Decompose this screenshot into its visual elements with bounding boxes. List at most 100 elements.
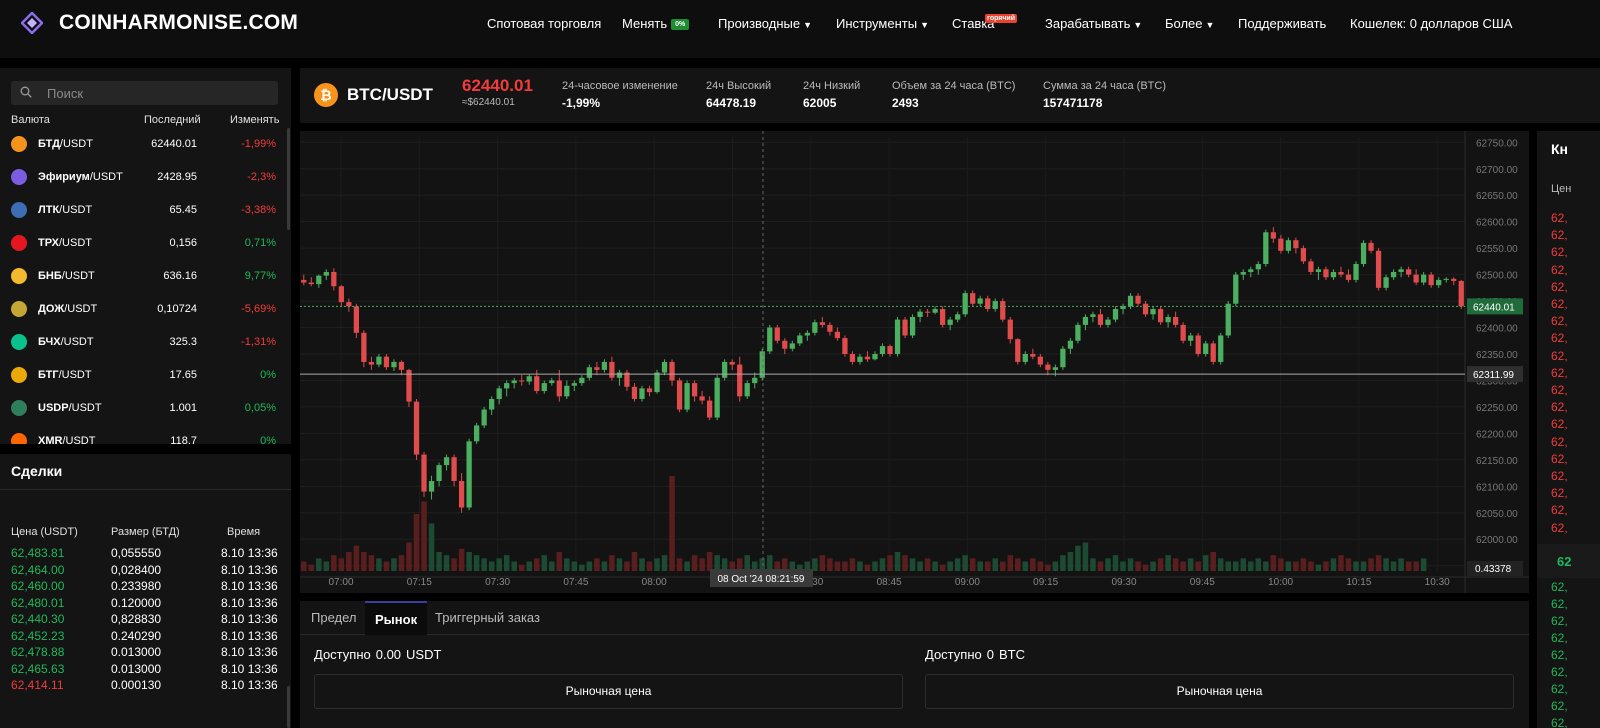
bid-row[interactable]: 62, [1551, 614, 1568, 628]
ask-row[interactable]: 62, [1551, 400, 1568, 414]
volume-bar [1278, 558, 1284, 571]
market-scrollbar[interactable] [287, 128, 290, 230]
candle-body [631, 386, 638, 399]
candle-body [1270, 232, 1276, 239]
volume-bar [458, 548, 465, 571]
nav-label: Более [1165, 16, 1203, 31]
nav-more[interactable]: Более ▼ [1165, 16, 1214, 31]
last-price-usd: ≈$62440.01 [462, 97, 515, 108]
nav-exchange[interactable]: Менять 0% [622, 16, 690, 31]
nav-wallet[interactable]: Кошелек: 0 долларов США [1350, 16, 1512, 31]
price-chart[interactable]: 62750.00 62700.00 62650.00 62600.00 62550.00… [300, 131, 1529, 593]
volume-bar [1217, 558, 1224, 571]
tab-limit[interactable]: Предел [301, 601, 367, 635]
ask-row[interactable]: 62, [1551, 521, 1568, 535]
ask-row[interactable]: 62, [1551, 297, 1568, 311]
market-row[interactable]: XMR/USDT 118.7 0% [0, 425, 291, 444]
bid-row[interactable]: 62, [1551, 699, 1568, 713]
trade-row: 62,465.63 0.013000 8.10 13:36 [0, 662, 291, 678]
nav-support[interactable]: Поддерживать [1238, 16, 1326, 31]
volume-bar [534, 558, 540, 571]
pair-name: ТРХ/USDT [38, 237, 92, 249]
volume-bar [1225, 561, 1231, 571]
usdp-icon [11, 400, 27, 416]
ask-row[interactable]: 62, [1551, 314, 1568, 328]
ask-row[interactable]: 62, [1551, 366, 1568, 380]
col-size: Размер (БТД) [111, 526, 180, 538]
volume-bar [1240, 558, 1247, 571]
tab-trigger-order[interactable]: Триггерный заказ [425, 601, 550, 635]
trade-size: 0.120000 [111, 595, 162, 610]
bid-row[interactable]: 62, [1551, 597, 1568, 611]
bid-row[interactable]: 62, [1551, 716, 1568, 728]
market-row[interactable]: БТД/USDT 62440.01 -1,99% [0, 128, 291, 161]
ask-row[interactable]: 62, [1551, 245, 1568, 259]
candle-body [1067, 340, 1074, 349]
ask-row[interactable]: 62, [1551, 211, 1568, 225]
trades-scrollbar[interactable] [287, 686, 290, 728]
change-percent: 0% [260, 369, 276, 381]
candle-body [992, 301, 998, 310]
nav-staking[interactable]: Ставка горячий [952, 14, 1018, 31]
sell-market-price-field[interactable]: Рыночная цена [925, 674, 1514, 709]
market-row[interactable]: ЛТК/USDT 65.45 -3,38% [0, 194, 291, 227]
ethereum-icon [11, 169, 27, 185]
candle-body [1300, 248, 1307, 262]
trades-title: Сделки [11, 463, 63, 479]
ask-row[interactable]: 62, [1551, 228, 1568, 242]
ask-row[interactable]: 62, [1551, 280, 1568, 294]
bid-row[interactable]: 62, [1551, 682, 1568, 696]
candle-body [939, 309, 946, 325]
candle-body [526, 376, 532, 382]
candle-body [917, 311, 923, 317]
market-row[interactable]: БНБ/USDT 636.16 9,77% [0, 260, 291, 293]
candle-body [1451, 278, 1457, 281]
volume-bar [331, 555, 337, 571]
pair-name: БТД/USDT [38, 138, 93, 150]
buy-market-price-field[interactable]: Рыночная цена [314, 674, 903, 709]
bid-row[interactable]: 62, [1551, 665, 1568, 679]
trade-time: 8.10 13:36 [221, 628, 278, 643]
candle-body [1390, 271, 1397, 278]
bid-row[interactable]: 62, [1551, 631, 1568, 645]
volume-bar [1285, 561, 1292, 571]
nav-tools[interactable]: Инструменты ▼ [836, 16, 929, 31]
search-input[interactable] [47, 84, 267, 102]
market-row[interactable]: Эфириум/USDT 2428.95 -2,3% [0, 161, 291, 194]
candle-body [1022, 354, 1028, 362]
nav-spot-trading[interactable]: Спотовая торговля [487, 16, 601, 31]
nav-earn[interactable]: Зарабатывать ▼ [1045, 16, 1142, 31]
change-percent: -1,99% [241, 138, 276, 150]
ask-row[interactable]: 62, [1551, 417, 1568, 431]
market-row[interactable]: ДОЖ/USDT 0,10724 -5,69% [0, 293, 291, 326]
order-book-mid-price: 62 [1537, 544, 1600, 578]
nav-derivatives[interactable]: Производные ▼ [718, 16, 812, 31]
candle-body [902, 319, 908, 336]
ask-row[interactable]: 62, [1551, 383, 1568, 397]
market-row[interactable]: БТГ/USDT 17.65 0% [0, 359, 291, 392]
volume-bar [1090, 558, 1096, 571]
ask-row[interactable]: 62, [1551, 331, 1568, 345]
ask-row[interactable]: 62, [1551, 349, 1568, 363]
candlestick-chart[interactable]: 62750.00 62700.00 62650.00 62600.00 62550.00… [300, 131, 1529, 593]
bid-row[interactable]: 62, [1551, 648, 1568, 662]
ask-row[interactable]: 62, [1551, 263, 1568, 277]
ask-row[interactable]: 62, [1551, 486, 1568, 500]
ask-row[interactable]: 62, [1551, 435, 1568, 449]
last-price: 118.7 [170, 435, 197, 444]
market-row[interactable]: БЧХ/USDT 325.3 -1,31% [0, 326, 291, 359]
market-row[interactable]: ТРХ/USDT 0,156 0,71% [0, 227, 291, 260]
ask-row[interactable]: 62, [1551, 452, 1568, 466]
ask-row[interactable]: 62, [1551, 503, 1568, 517]
volume-bar [1270, 555, 1277, 571]
ask-row[interactable]: 62, [1551, 469, 1568, 483]
bnb-icon [11, 268, 27, 284]
pair-name[interactable]: BTC/USDT [347, 85, 433, 105]
change-percent: 9,77% [244, 270, 276, 282]
candle-body [699, 396, 705, 401]
candle-body [1007, 319, 1013, 340]
market-row[interactable]: USDP/USDT 1.001 0,05% [0, 392, 291, 425]
bid-row[interactable]: 62, [1551, 580, 1568, 594]
tab-market[interactable]: Рынок [365, 601, 428, 635]
trade-row: 62,478.88 0.013000 8.10 13:36 [0, 645, 291, 661]
